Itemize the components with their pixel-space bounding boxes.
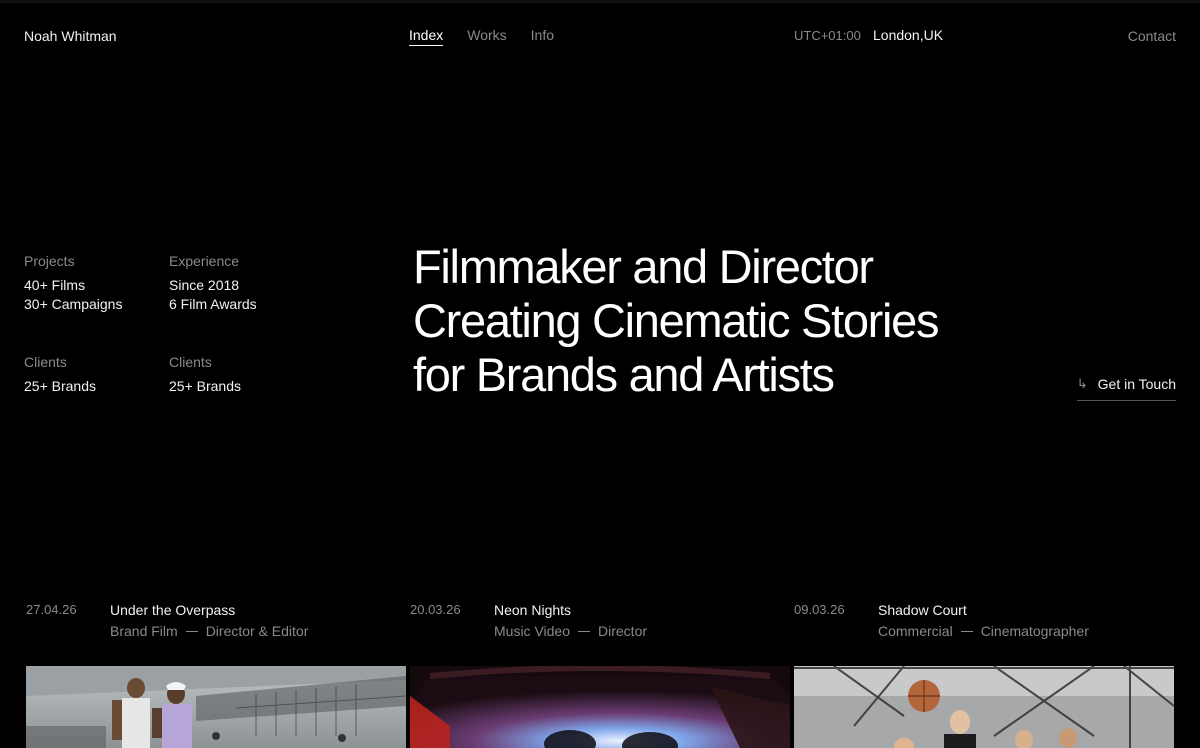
project-role: Director <box>598 623 648 639</box>
stat-clients-secondary: Clients 25+ Brands <box>169 354 309 396</box>
get-in-touch-link[interactable]: ↳ Get in Touch <box>1076 376 1176 401</box>
brand-logo-link[interactable]: Noah Whitman <box>24 28 117 44</box>
hero-headline: Filmmaker and Director Creating Cinemati… <box>413 240 1033 402</box>
project-meta: Music Video Director <box>494 623 647 639</box>
stat-label: Clients <box>24 354 67 370</box>
project-card[interactable]: 27.04.26 Under the Overpass Brand Film D… <box>26 600 406 748</box>
project-meta: Brand Film Director & Editor <box>110 623 308 639</box>
site-header: Noah Whitman Index Works Info UTC+01:00 … <box>0 0 1200 72</box>
project-date: 20.03.26 <box>410 602 461 617</box>
hero-line: Filmmaker and Director <box>413 240 874 293</box>
project-type: Commercial <box>878 623 953 639</box>
stat-value: Since 2018 <box>169 277 240 293</box>
cta-label: Get in Touch <box>1097 376 1176 392</box>
stat-value: 25+ Brands <box>24 378 96 394</box>
project-thumbnail[interactable] <box>26 666 406 748</box>
nav-link-works[interactable]: Works <box>467 27 506 46</box>
project-thumbnail[interactable] <box>794 666 1174 748</box>
dash-divider <box>578 630 591 632</box>
nav-link-info[interactable]: Info <box>531 27 554 46</box>
project-meta: Commercial Cinematographer <box>878 623 1089 639</box>
location-label: London,UK <box>873 27 944 43</box>
stat-clients: Clients 25+ Brands <box>24 354 164 396</box>
project-type: Music Video <box>494 623 571 639</box>
project-card[interactable]: 20.03.26 Neon Nights Music Video Directo… <box>410 600 790 748</box>
project-role: Cinematographer <box>980 623 1089 639</box>
project-thumbnail[interactable] <box>410 666 790 748</box>
stat-value: 6 Film Awards <box>169 296 257 312</box>
project-title: Under the Overpass <box>110 602 236 618</box>
stat-experience: Experience Since 2018 6 Film Awards <box>169 253 309 314</box>
stat-label: Experience <box>169 253 240 269</box>
project-type: Brand Film <box>110 623 178 639</box>
hero-line: for Brands and Artists <box>413 348 835 401</box>
nav-link-index[interactable]: Index <box>409 27 444 46</box>
dash-divider <box>960 630 973 632</box>
arrow-down-right-icon: ↳ <box>1076 376 1088 391</box>
thumbnail-basketball-court-image <box>794 666 1174 748</box>
contact-link[interactable]: Contact <box>1128 28 1176 44</box>
project-date: 09.03.26 <box>794 602 845 617</box>
main-nav: Index Works Info <box>409 27 554 46</box>
thumbnail-overpass-image <box>26 666 406 748</box>
project-title: Shadow Court <box>878 602 967 618</box>
project-title: Neon Nights <box>494 602 572 618</box>
stat-label: Projects <box>24 253 75 269</box>
project-card[interactable]: 09.03.26 Shadow Court Commercial Cinemat… <box>794 600 1174 748</box>
stat-value: 30+ Campaigns <box>24 296 123 312</box>
stat-value: 25+ Brands <box>169 378 241 394</box>
hero-line: Creating Cinematic Stories <box>413 294 940 347</box>
thumbnail-neon-car-image <box>410 666 790 748</box>
stat-projects: Projects 40+ Films 30+ Campaigns <box>24 253 164 314</box>
timezone-label: UTC+01:00 <box>794 28 861 43</box>
stat-label: Clients <box>169 354 212 370</box>
project-role: Director & Editor <box>205 623 309 639</box>
dash-divider <box>185 630 198 632</box>
project-date: 27.04.26 <box>26 602 77 617</box>
stat-value: 40+ Films <box>24 277 86 293</box>
